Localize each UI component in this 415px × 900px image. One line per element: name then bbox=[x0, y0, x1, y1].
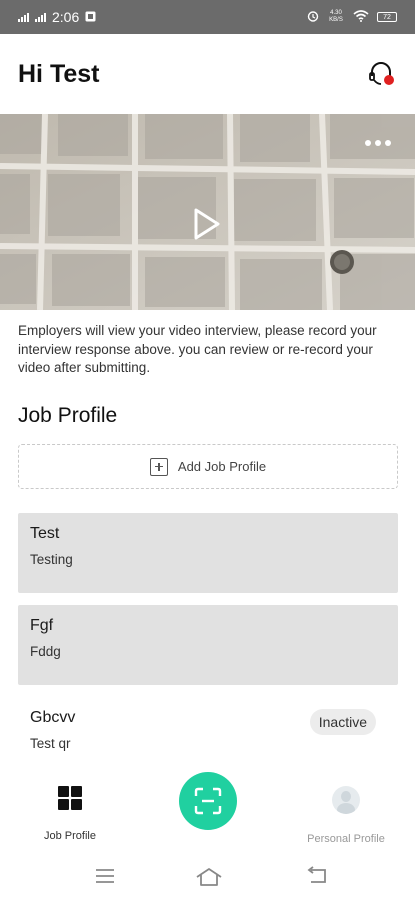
job-profile-title: Test bbox=[30, 525, 60, 542]
video-notice: Employers will view your video interview… bbox=[18, 323, 377, 375]
bottom-nav: Job Profile Personal Profile bbox=[0, 766, 415, 858]
scan-icon bbox=[194, 787, 222, 815]
scan-button[interactable] bbox=[179, 772, 237, 830]
add-icon bbox=[149, 457, 168, 476]
add-job-profile-button[interactable]: Add Job Profile bbox=[18, 444, 398, 489]
menu-button[interactable] bbox=[94, 866, 116, 891]
signal-icon-2 bbox=[35, 12, 46, 22]
video-player[interactable] bbox=[0, 114, 415, 310]
back-icon bbox=[307, 866, 326, 883]
back-button[interactable] bbox=[305, 866, 329, 891]
nav-personal-profile-label: Personal Profile bbox=[307, 833, 385, 845]
support-button[interactable] bbox=[365, 58, 397, 90]
wifi-icon bbox=[353, 9, 369, 25]
job-profile-card[interactable]: Fgf Fddg bbox=[18, 605, 398, 685]
job-profile-subtitle: Testing bbox=[30, 552, 73, 567]
nav-job-profile[interactable]: Job Profile bbox=[40, 786, 100, 842]
dot-icon bbox=[365, 140, 371, 146]
play-icon bbox=[194, 208, 220, 240]
headset-icon bbox=[369, 62, 394, 85]
status-badge: Inactive bbox=[309, 709, 376, 735]
job-profile-title: Fgf bbox=[30, 617, 54, 634]
notification-dot bbox=[384, 75, 394, 85]
greeting-title: Hi Test bbox=[18, 59, 100, 88]
signal-icon bbox=[18, 12, 29, 22]
nav-job-profile-label: Job Profile bbox=[44, 830, 96, 842]
dot-icon bbox=[375, 140, 381, 146]
job-profile-card[interactable]: Test Testing bbox=[18, 513, 398, 593]
dot-icon bbox=[385, 140, 391, 146]
job-profile-subtitle: Fddg bbox=[30, 644, 61, 659]
job-profile-card[interactable]: Gbcvv Test qr Inactive bbox=[18, 697, 398, 777]
network-speed: 4.30 KB/S bbox=[329, 10, 343, 23]
app-notification-icon bbox=[85, 10, 96, 25]
alarm-icon bbox=[307, 10, 319, 25]
job-profile-subtitle: Test qr bbox=[30, 736, 71, 751]
home-button[interactable] bbox=[195, 866, 223, 893]
nav-personal-profile[interactable]: Personal Profile bbox=[300, 786, 392, 845]
more-options-button[interactable] bbox=[363, 136, 393, 150]
menu-icon bbox=[96, 869, 114, 883]
section-title-job-profile: Job Profile bbox=[18, 404, 118, 427]
home-icon bbox=[196, 868, 222, 886]
battery-level: 72 bbox=[383, 13, 391, 21]
grid-icon bbox=[58, 786, 82, 810]
header: Hi Test bbox=[0, 34, 415, 114]
status-time: 2:06 bbox=[52, 9, 80, 25]
avatar-icon bbox=[332, 786, 360, 814]
add-job-profile-label: Add Job Profile bbox=[177, 459, 267, 474]
status-bar: 2:06 4.30 KB/S 72 bbox=[0, 0, 415, 34]
system-nav-bar bbox=[0, 858, 415, 900]
battery-icon: 72 bbox=[377, 12, 397, 22]
